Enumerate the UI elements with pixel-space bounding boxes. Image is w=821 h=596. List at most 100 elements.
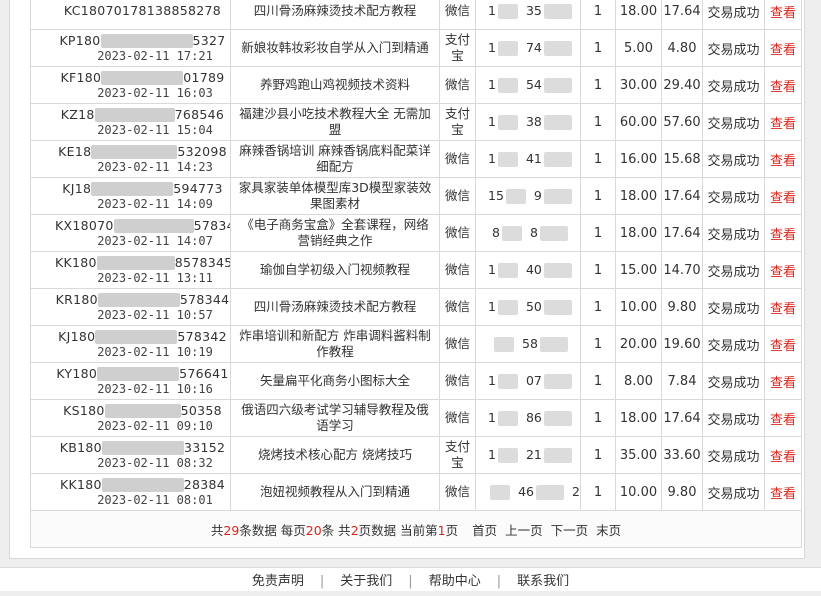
view-cell: 查看	[764, 0, 802, 30]
account-suffix: 76	[574, 77, 580, 92]
buyer-account-cell: 1 35 27	[475, 0, 581, 30]
pager-prev-link[interactable]: 上一页	[505, 523, 543, 538]
buyer-account: 1592	[477, 188, 580, 204]
view-order-link[interactable]: 查看	[770, 80, 796, 95]
account-middle: 38	[525, 114, 542, 129]
footer-help-link[interactable]: 帮助中心	[413, 568, 497, 596]
product-name: 养野鸡跑山鸡视频技术资料	[259, 77, 410, 92]
view-order-link[interactable]: 查看	[770, 43, 796, 58]
pager-text: 页	[445, 522, 459, 538]
redaction-mask	[494, 337, 515, 352]
footer-about-link[interactable]: 关于我们	[324, 568, 408, 596]
buyer-account-cell: 88	[475, 214, 581, 252]
order-id: KR180 578344	[32, 292, 230, 308]
quantity: 1	[580, 399, 616, 437]
redaction-mask	[94, 108, 175, 122]
order-id-cell: KS180 50358 2023-02-11 09:10	[30, 399, 231, 437]
account-middle: 54	[525, 77, 542, 92]
account-middle: 40	[525, 262, 542, 277]
paid-amount: 9.80	[661, 288, 703, 326]
account-prefix: 1	[488, 299, 496, 314]
account-prefix: 8	[492, 225, 500, 240]
quantity: 1	[580, 29, 616, 67]
view-order-link[interactable]: 查看	[770, 413, 796, 428]
product-name-cell: 四川骨汤麻辣烫技术配方教程	[230, 288, 440, 326]
account-middle: 8	[530, 225, 538, 240]
pager-last-link[interactable]: 末页	[596, 523, 621, 538]
paid-amount: 17.64	[661, 399, 703, 437]
product-name-cell: 炸串培训和新配方 炸串调料酱料制作教程	[230, 325, 440, 363]
product-name-cell: 家具家装单体模型库3D模型家装效果图素材	[230, 177, 440, 215]
quantity: 1	[580, 325, 616, 363]
product-name: 麻辣香锅培训 麻辣香锅底料配菜详细配方	[239, 143, 431, 174]
order-row: KF180 01789 2023-02-11 16:03 养野鸡跑山鸡视频技术资料 微信…	[30, 66, 802, 104]
pager-text: 条数据 每页	[239, 522, 306, 538]
paid-amount: 19.60	[661, 325, 703, 363]
buyer-account-cell: 1 21 36	[475, 436, 581, 474]
orders-panel: KC18070178138858278四川骨汤麻辣烫技术配方教程微信135271…	[9, 0, 805, 559]
order-id-suffix: 594773	[173, 180, 223, 196]
order-id: KB180 33152	[32, 440, 230, 456]
buyer-account-cell: 1 38 0	[475, 103, 581, 141]
account-middle: 74	[525, 40, 542, 55]
footer-contact-link[interactable]: 联系我们	[501, 568, 585, 596]
redaction-mask	[490, 485, 511, 500]
order-row: KB180 33152 2023-02-11 08:32 烧烤技术核心配方 烧烤技巧 支…	[30, 436, 802, 474]
quantity: 1	[580, 66, 616, 104]
view-order-link[interactable]: 查看	[770, 265, 796, 280]
view-order-link[interactable]: 查看	[770, 339, 796, 354]
pagination: 共29条数据 每页20条 共2页数据 当前第1页 首页 上一页 下一页 末页	[30, 510, 802, 548]
order-status: 交易成功	[702, 29, 765, 67]
quantity: 1	[580, 473, 616, 511]
price: 15.00	[615, 251, 662, 289]
view-order-link[interactable]: 查看	[770, 487, 796, 502]
view-order-link[interactable]: 查看	[770, 154, 796, 169]
order-id: KE18 532098	[32, 144, 230, 160]
order-row: KZ18 768546 2023-02-11 15:04 福建沙县小吃技术教程大全 无…	[30, 103, 802, 141]
product-name-cell: 四川骨汤麻辣烫技术配方教程	[230, 0, 440, 30]
order-time: 2023-02-11 13:11	[97, 270, 213, 285]
pager-per-page: 20	[305, 522, 322, 538]
paid-amount: 9.80	[661, 473, 703, 511]
account-middle: 46	[518, 484, 534, 499]
pager-text: 页数据 当前第	[358, 522, 438, 538]
view-order-link[interactable]: 查看	[770, 376, 796, 391]
order-id-suffix: 578342	[177, 328, 227, 344]
price: 10.00	[615, 288, 662, 326]
buyer-account-cell: 1 74 87	[475, 29, 581, 67]
account-middle: 58	[522, 336, 538, 351]
paid-amount: 33.60	[661, 436, 703, 474]
buyer-account-cell: 46 2	[475, 473, 581, 511]
view-cell: 查看	[764, 214, 802, 252]
buyer-account: 1 40 59	[477, 262, 580, 278]
view-order-link[interactable]: 查看	[770, 302, 796, 317]
view-order-link[interactable]: 查看	[770, 450, 796, 465]
order-status: 交易成功	[702, 251, 765, 289]
payment-method: 支付宝	[439, 29, 476, 67]
quantity: 1	[580, 436, 616, 474]
pager-first-link[interactable]: 首页	[472, 523, 497, 538]
order-id-prefix: KY180	[56, 365, 98, 381]
quantity: 1	[580, 362, 616, 400]
view-order-link[interactable]: 查看	[770, 191, 796, 206]
buyer-account-cell: 1 41 5	[475, 140, 581, 178]
paid-amount: 15.68	[661, 140, 703, 178]
payment-method: 支付宝	[439, 436, 476, 474]
price: 8.00	[615, 362, 662, 400]
view-order-link[interactable]: 查看	[770, 117, 796, 132]
view-order-link[interactable]: 查看	[770, 228, 796, 243]
buyer-account-cell: 58	[475, 325, 581, 363]
product-name: 福建沙县小吃技术教程大全 无需加盟	[239, 106, 431, 137]
order-id-cell: KK180 8578345 2023-02-11 13:11	[30, 251, 231, 289]
footer-disclaimer-link[interactable]: 免责声明	[236, 568, 320, 596]
order-id: KP180 5327	[32, 33, 230, 49]
account-suffix: 9	[574, 373, 580, 388]
order-status: 交易成功	[702, 103, 765, 141]
order-id: KK180 8578345	[32, 255, 230, 271]
orders-table: KC18070178138858278四川骨汤麻辣烫技术配方教程微信135271…	[30, 0, 802, 548]
quantity: 1	[580, 0, 616, 30]
pager-next-link[interactable]: 下一页	[551, 523, 589, 538]
view-order-link[interactable]: 查看	[770, 6, 796, 21]
product-name: 俄语四六级考试学习辅导教程及俄语学习	[241, 402, 429, 433]
redaction-mask	[543, 263, 572, 278]
